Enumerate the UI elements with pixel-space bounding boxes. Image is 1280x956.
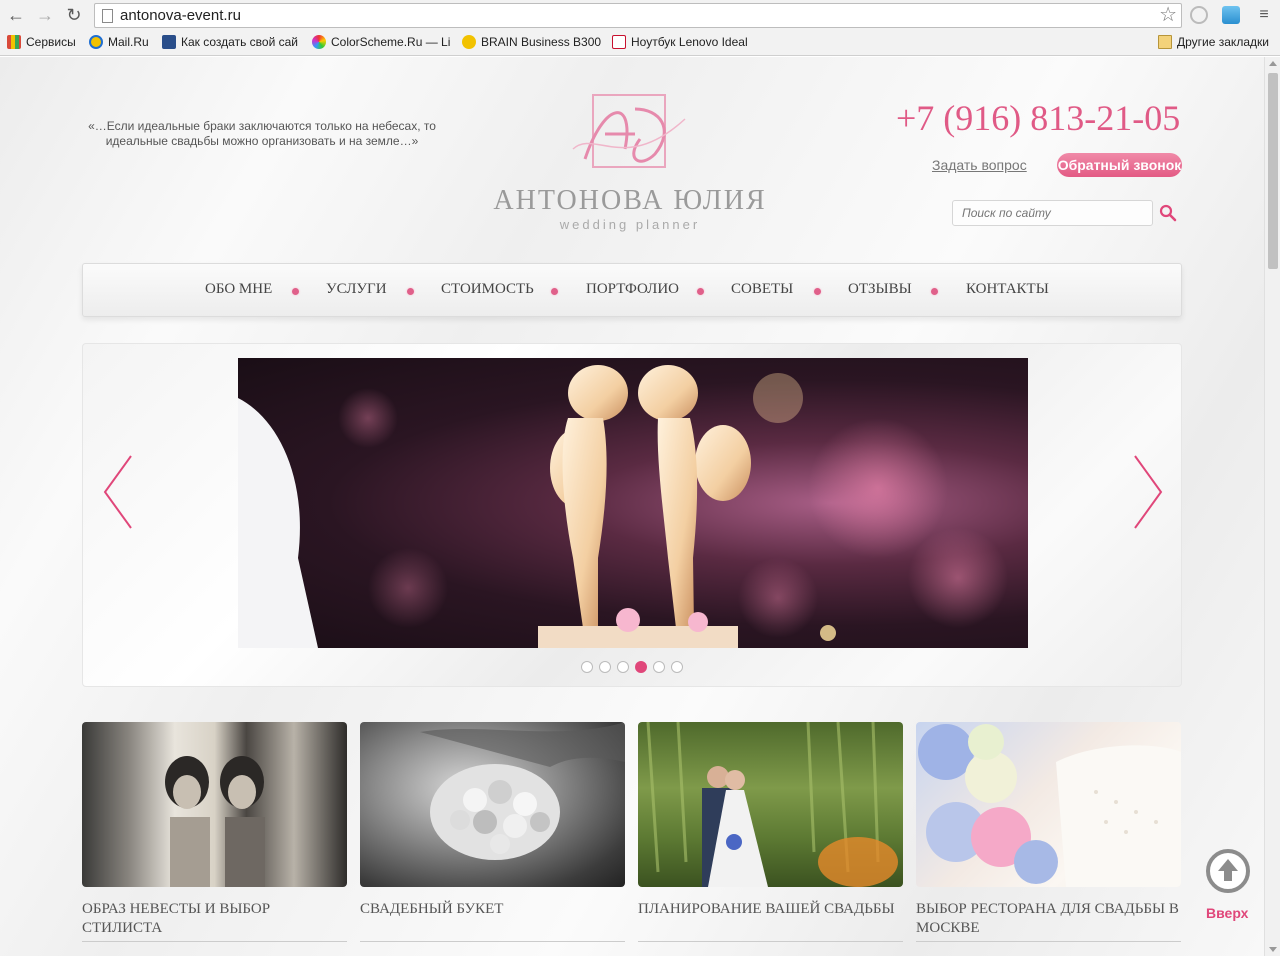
forward-arrow-icon[interactable]: → (35, 5, 55, 25)
couple-photo (646, 722, 898, 887)
slider-pagination (581, 661, 683, 673)
menu-separator-dot (292, 288, 299, 295)
card-divider (638, 941, 903, 942)
menu-item-portfolio[interactable]: ПОРТФОЛИО (586, 281, 679, 298)
monogram-logo-icon (572, 94, 686, 168)
slider-dot[interactable] (599, 661, 611, 673)
search-icon[interactable] (1159, 204, 1177, 222)
menu-separator-dot (551, 288, 558, 295)
apps-grid-icon (7, 35, 21, 49)
slider-next-arrow-icon[interactable] (1131, 454, 1165, 530)
card-title[interactable]: ВЫБОР РЕСТОРАНА ДЛЯ СВАДЬБЫ В МОСКВЕ (916, 900, 1181, 938)
image-slider (82, 343, 1182, 687)
logo-name: АНТОНОВА ЮЛИЯ (493, 185, 767, 216)
bookmark-item[interactable]: BRAIN Business B300 (462, 35, 601, 49)
card-divider (360, 941, 625, 942)
scrollbar-thumb[interactable] (1268, 73, 1278, 269)
other-bookmarks[interactable]: Другие закладки (1158, 35, 1269, 49)
page-icon (102, 9, 113, 23)
menu-item-contacts[interactable]: КОНТАКТЫ (966, 281, 1049, 298)
cake-flowers-photo (918, 724, 1181, 887)
card-title[interactable]: ОБРАЗ НЕВЕСТЫ И ВЫБОР СТИЛИСТА (82, 900, 347, 938)
other-bookmarks-label: Другие закладки (1177, 35, 1269, 49)
slider-dot[interactable] (653, 661, 665, 673)
address-bar[interactable]: antonova-event.ru ☆ (94, 3, 1182, 28)
menu-item-about[interactable]: ОБО МНЕ (205, 281, 272, 298)
bookmark-label: Mail.Ru (108, 35, 149, 49)
bookmark-item[interactable]: Ноутбук Lenovo Ideal (612, 35, 748, 49)
phone-number: +7 (916) 813-21-05 (896, 98, 1181, 138)
bookmark-label: Ноутбук Lenovo Ideal (631, 35, 748, 49)
scroll-up-label[interactable]: Вверх (1206, 905, 1248, 921)
bookmark-label: Как создать свой сай (181, 35, 298, 49)
blocked-icon[interactable] (1190, 6, 1208, 24)
brain-icon (462, 35, 476, 49)
scroll-up-icon[interactable] (1204, 847, 1252, 895)
header-quote: «…Если идеальные браки заключаются тольк… (88, 119, 436, 148)
lenovo-icon (612, 35, 626, 49)
callback-button[interactable]: Обратный звонок (1057, 153, 1182, 177)
menu-item-reviews[interactable]: ОТЗЫВЫ (848, 281, 912, 298)
site-icon (162, 35, 176, 49)
back-arrow-icon[interactable]: ← (6, 5, 26, 25)
main-menu: ОБО МНЕ УСЛУГИ СТОИМОСТЬ ПОРТФОЛИО СОВЕТ… (82, 263, 1182, 317)
card-image[interactable] (638, 722, 903, 887)
slide-photo-cherubs (238, 365, 1008, 648)
extension-icon[interactable] (1222, 6, 1240, 24)
bookmark-item[interactable]: Mail.Ru (89, 35, 149, 49)
menu-separator-dot (407, 288, 414, 295)
slider-dot[interactable] (581, 661, 593, 673)
card-bouquet[interactable]: СВАДЕБНЫЙ БУКЕТ (360, 722, 625, 919)
slider-dot[interactable] (617, 661, 629, 673)
card-bride-image[interactable]: ОБРАЗ НЕВЕСТЫ И ВЫБОР СТИЛИСТА (82, 722, 347, 938)
card-image[interactable] (360, 722, 625, 887)
page-viewport: «…Если идеальные браки заключаются тольк… (0, 57, 1264, 956)
bookmark-item[interactable]: Сервисы (7, 35, 76, 49)
menu-item-services[interactable]: УСЛУГИ (326, 281, 387, 298)
card-planning[interactable]: ПЛАНИРОВАНИЕ ВАШЕЙ СВАДЬБЫ (638, 722, 903, 919)
menu-separator-dot (931, 288, 938, 295)
url-text[interactable]: antonova-event.ru (120, 7, 241, 24)
menu-separator-dot (697, 288, 704, 295)
bookmark-label: Сервисы (26, 35, 76, 49)
scroll-down-arrow-icon[interactable] (1269, 947, 1277, 952)
slider-dot[interactable] (635, 661, 647, 673)
bookmark-item[interactable]: ColorScheme.Ru — Li (312, 35, 450, 49)
bookmark-label: ColorScheme.Ru — Li (331, 35, 451, 49)
bookmark-star-icon[interactable]: ☆ (1159, 4, 1177, 26)
mailru-icon (89, 35, 103, 49)
menu-separator-dot (814, 288, 821, 295)
folder-icon (1158, 35, 1172, 49)
ask-question-link[interactable]: Задать вопрос (932, 157, 1027, 173)
menu-item-pricing[interactable]: СТОИМОСТЬ (441, 281, 534, 298)
vertical-scrollbar[interactable] (1264, 57, 1280, 956)
slider-dot[interactable] (671, 661, 683, 673)
bookmark-label: BRAIN Business B300 (481, 35, 602, 49)
card-divider (82, 941, 347, 942)
logo-subtitle: wedding planner (559, 217, 701, 232)
bride-photo (165, 756, 265, 887)
slider-prev-arrow-icon[interactable] (101, 454, 135, 530)
card-title[interactable]: СВАДЕБНЫЙ БУКЕТ (360, 900, 625, 919)
bookmarks-bar: Сервисы Mail.Ru Как создать свой сай Col… (0, 31, 1280, 56)
menu-item-tips[interactable]: СОВЕТЫ (731, 281, 793, 298)
reload-icon[interactable]: ↻ (64, 5, 84, 25)
card-title[interactable]: ПЛАНИРОВАНИЕ ВАШЕЙ СВАДЬБЫ (638, 900, 903, 919)
bookmark-item[interactable]: Как создать свой сай (162, 35, 298, 49)
search-input[interactable] (952, 200, 1153, 226)
colorwheel-icon (312, 35, 326, 49)
site-logo[interactable]: АНТОНОВА ЮЛИЯ wedding planner (480, 89, 780, 239)
card-image[interactable] (916, 722, 1181, 887)
bouquet-photo (420, 722, 625, 860)
card-restaurant[interactable]: ВЫБОР РЕСТОРАНА ДЛЯ СВАДЬБЫ В МОСКВЕ (916, 722, 1181, 938)
card-image[interactable] (82, 722, 347, 887)
menu-icon[interactable]: ≡ (1254, 5, 1274, 25)
scroll-up-arrow-icon[interactable] (1269, 61, 1277, 66)
browser-toolbar: ← → ↻ antonova-event.ru ☆ ≡ (0, 0, 1280, 31)
card-divider (916, 941, 1181, 942)
slide-image (238, 358, 1028, 648)
